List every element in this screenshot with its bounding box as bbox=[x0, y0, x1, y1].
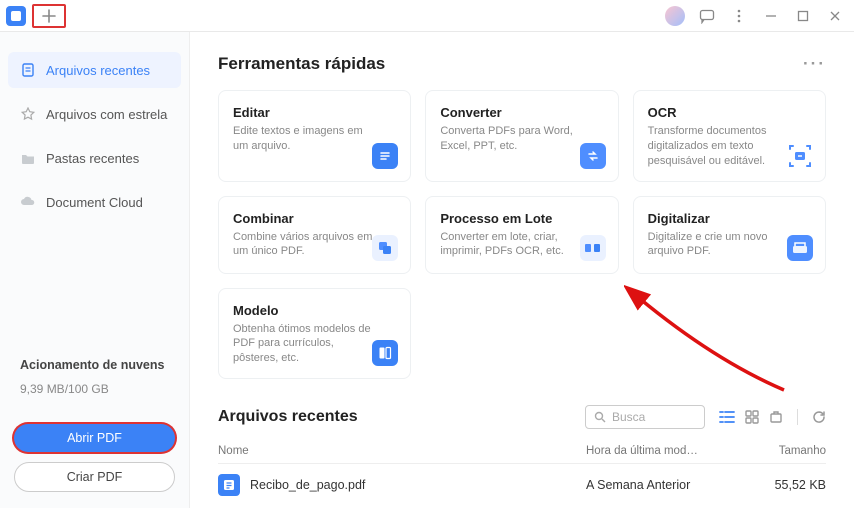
cloud-usage: 9,39 MB/100 GB bbox=[20, 382, 169, 396]
avatar[interactable] bbox=[662, 3, 688, 29]
plus-icon[interactable] bbox=[42, 9, 56, 23]
tools-more-icon[interactable]: ··· bbox=[803, 54, 826, 74]
search-icon bbox=[594, 411, 606, 423]
ocr-icon bbox=[787, 143, 813, 169]
tool-batch[interactable]: Processo em Lote Converter em lote, cria… bbox=[425, 196, 618, 274]
batch-icon bbox=[580, 235, 606, 261]
search-placeholder: Busca bbox=[612, 410, 645, 424]
star-icon bbox=[20, 106, 36, 122]
sidebar-item-starred[interactable]: Arquivos com estrela bbox=[8, 96, 181, 132]
more-icon[interactable] bbox=[726, 3, 752, 29]
tool-sub: Converta PDFs para Word, Excel, PPT, etc… bbox=[440, 124, 580, 154]
tools-grid: Editar Edite textos e imagens em um arqu… bbox=[218, 90, 826, 379]
combine-icon bbox=[372, 235, 398, 261]
cloud-icon bbox=[20, 194, 36, 210]
tool-sub: Edite textos e imagens em um arquivo. bbox=[233, 124, 373, 154]
tool-title: Converter bbox=[440, 105, 603, 120]
tool-title: Digitalizar bbox=[648, 211, 811, 226]
tool-title: Combinar bbox=[233, 211, 396, 226]
scan-icon bbox=[787, 235, 813, 261]
convert-icon bbox=[580, 143, 606, 169]
sidebar-item-folders[interactable]: Pastas recentes bbox=[8, 140, 181, 176]
sidebar-item-recent[interactable]: Arquivos recentes bbox=[8, 52, 181, 88]
sidebar-item-label: Arquivos com estrela bbox=[46, 107, 167, 122]
sidebar-item-label: Arquivos recentes bbox=[46, 63, 150, 78]
topbar bbox=[0, 0, 854, 32]
file-icon bbox=[20, 62, 36, 78]
app-logo bbox=[6, 6, 26, 26]
refresh-icon[interactable] bbox=[812, 410, 826, 424]
col-date[interactable]: Hora da última mod… bbox=[586, 445, 756, 457]
folder-icon bbox=[20, 150, 36, 166]
col-size[interactable]: Tamanho bbox=[756, 445, 826, 457]
tool-sub: Combine vários arquivos em um único PDF. bbox=[233, 230, 373, 260]
tool-title: Modelo bbox=[233, 303, 396, 318]
tool-sub: Converter em lote, criar, imprimir, PDFs… bbox=[440, 230, 580, 260]
create-pdf-button[interactable]: Criar PDF bbox=[14, 462, 175, 492]
col-name[interactable]: Nome bbox=[218, 445, 586, 457]
tool-title: Editar bbox=[233, 105, 396, 120]
search-input[interactable]: Busca bbox=[585, 405, 705, 429]
tool-sub: Transforme documentos digitalizados em t… bbox=[648, 124, 788, 169]
file-date: A Semana Anterior bbox=[586, 478, 756, 492]
tool-edit[interactable]: Editar Edite textos e imagens em um arqu… bbox=[218, 90, 411, 182]
tool-ocr[interactable]: OCR Transforme documentos digitalizados … bbox=[633, 90, 826, 182]
close-icon[interactable] bbox=[822, 3, 848, 29]
tool-scan[interactable]: Digitalizar Digitalize e crie um novo ar… bbox=[633, 196, 826, 274]
sidebar-item-label: Pastas recentes bbox=[46, 151, 139, 166]
template-icon bbox=[372, 340, 398, 366]
minimize-icon[interactable] bbox=[758, 3, 784, 29]
file-name: Recibo_de_pago.pdf bbox=[250, 478, 586, 492]
tool-title: OCR bbox=[648, 105, 811, 120]
grid-view-icon[interactable] bbox=[745, 410, 759, 424]
tool-combine[interactable]: Combinar Combine vários arquivos em um ú… bbox=[218, 196, 411, 274]
new-tab-highlight bbox=[32, 4, 66, 28]
tool-title: Processo em Lote bbox=[440, 211, 603, 226]
main-panel: Ferramentas rápidas ··· Editar Edite tex… bbox=[190, 32, 854, 508]
chat-icon[interactable] bbox=[694, 3, 720, 29]
cloud-section: Acionamento de nuvens 9,39 MB/100 GB bbox=[8, 350, 181, 424]
sidebar-item-cloud[interactable]: Document Cloud bbox=[8, 184, 181, 220]
file-row[interactable]: Recibo_de_pago.pdf A Semana Anterior 55,… bbox=[218, 464, 826, 506]
maximize-icon[interactable] bbox=[790, 3, 816, 29]
tool-template[interactable]: Modelo Obtenha ótimos modelos de PDF par… bbox=[218, 288, 411, 380]
edit-icon bbox=[372, 143, 398, 169]
tool-sub: Digitalize e crie um novo arquivo PDF. bbox=[648, 230, 788, 260]
table-header: Nome Hora da última mod… Tamanho bbox=[218, 439, 826, 464]
open-pdf-button[interactable]: Abrir PDF bbox=[14, 424, 175, 452]
file-size: 55,52 KB bbox=[756, 478, 826, 492]
tools-heading: Ferramentas rápidas bbox=[218, 54, 385, 74]
pin-icon[interactable] bbox=[769, 410, 783, 424]
tool-sub: Obtenha ótimos modelos de PDF para currí… bbox=[233, 322, 373, 367]
pdf-icon bbox=[218, 474, 240, 496]
list-view-icon[interactable] bbox=[719, 410, 735, 424]
sidebar-item-label: Document Cloud bbox=[46, 195, 143, 210]
tool-convert[interactable]: Converter Converta PDFs para Word, Excel… bbox=[425, 90, 618, 182]
cloud-title: Acionamento de nuvens bbox=[20, 358, 169, 372]
recent-heading: Arquivos recentes bbox=[218, 408, 358, 426]
sidebar: Arquivos recentes Arquivos com estrela P… bbox=[0, 32, 190, 508]
